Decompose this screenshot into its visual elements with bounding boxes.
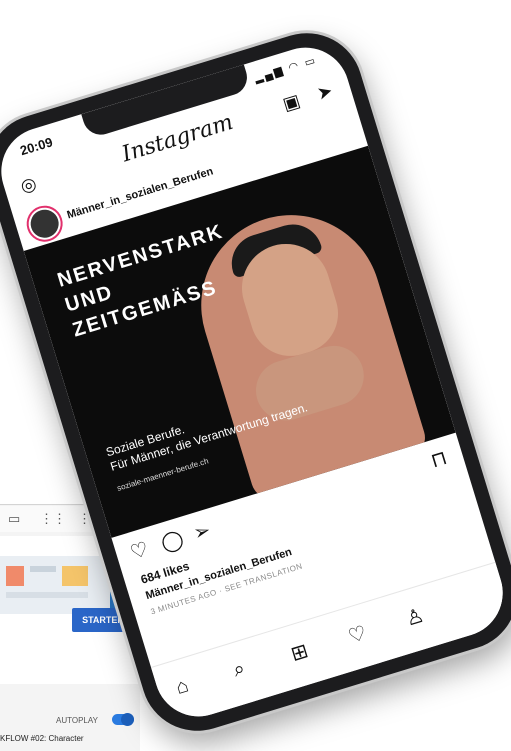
- share-icon[interactable]: ➢: [190, 517, 213, 546]
- heart-icon[interactable]: ♡: [127, 536, 152, 565]
- search-icon[interactable]: ⌕: [230, 657, 247, 682]
- activity-heart-icon[interactable]: ♡: [345, 620, 370, 649]
- comment-icon[interactable]: ◯: [158, 526, 187, 556]
- workflow-title: KFLOW #02: Character: [0, 734, 84, 743]
- bookmark-icon[interactable]: ⊓: [428, 445, 450, 473]
- add-post-icon[interactable]: ⊞: [288, 638, 311, 667]
- avatar[interactable]: [27, 206, 63, 242]
- profile-icon[interactable]: ♙: [403, 603, 427, 632]
- autoplay-label: AUTOPLAY: [56, 716, 98, 725]
- home-icon[interactable]: ⌂: [173, 674, 191, 700]
- status-time: 20:09: [18, 134, 55, 159]
- bottom-navigation: ⌂ ⌕ ⊞ ♡ ♙: [150, 561, 511, 728]
- grid-icon[interactable]: ⋮⋮: [40, 511, 66, 527]
- autoplay-toggle[interactable]: [112, 713, 134, 726]
- video-icon[interactable]: ▭: [8, 511, 20, 527]
